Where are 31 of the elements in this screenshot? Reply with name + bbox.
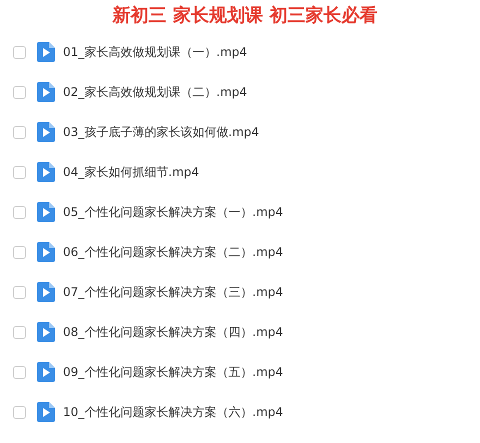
file-name[interactable]: 10_个性化问题家长解决方案（六）.mp4	[63, 404, 284, 420]
checkbox[interactable]	[13, 246, 26, 258]
page-title: 新初三 家长规划课 初三家长必看	[111, 4, 378, 28]
video-file-icon	[37, 362, 55, 382]
file-name[interactable]: 09_个性化问题家长解决方案（五）.mp4	[63, 364, 284, 380]
video-file-icon	[37, 42, 55, 62]
file-name[interactable]: 06_个性化问题家长解决方案（二）.mp4	[63, 244, 284, 260]
file-name[interactable]: 07_个性化问题家长解决方案（三）.mp4	[63, 284, 284, 300]
checkbox[interactable]	[13, 366, 26, 378]
video-file-icon	[37, 202, 55, 222]
file-name[interactable]: 04_家长如何抓细节.mp4	[63, 164, 200, 180]
video-file-icon	[37, 82, 55, 102]
checkbox[interactable]	[13, 326, 26, 338]
checkbox[interactable]	[13, 206, 26, 218]
checkbox[interactable]	[13, 286, 26, 298]
checkbox[interactable]	[13, 126, 26, 138]
video-file-icon	[37, 242, 55, 262]
video-file-icon	[37, 402, 55, 422]
video-file-icon	[37, 162, 55, 182]
checkbox[interactable]	[13, 46, 26, 58]
file-name[interactable]: 01_家长高效做规划课（一）.mp4	[63, 44, 248, 60]
video-file-icon	[37, 322, 55, 342]
file-name[interactable]: 08_个性化问题家长解决方案（四）.mp4	[63, 324, 284, 340]
checkbox[interactable]	[13, 406, 26, 418]
file-name[interactable]: 03_孩子底子薄的家长该如何做.mp4	[63, 124, 260, 140]
file-name[interactable]: 02_家长高效做规划课（二）.mp4	[63, 84, 248, 100]
video-file-icon	[37, 122, 55, 142]
video-file-icon	[37, 282, 55, 302]
checkbox[interactable]	[13, 86, 26, 98]
file-name[interactable]: 05_个性化问题家长解决方案（一）.mp4	[63, 204, 284, 220]
checkbox[interactable]	[13, 166, 26, 178]
